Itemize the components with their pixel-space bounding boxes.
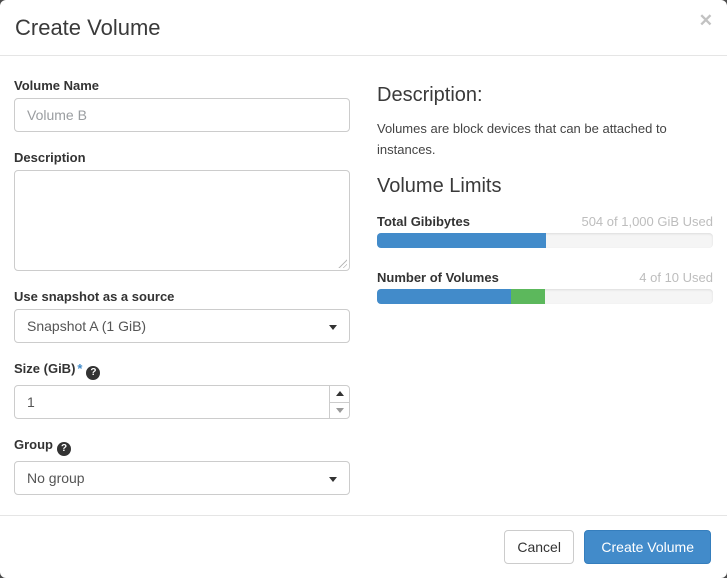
limit-usage: 4 of 10 Used <box>639 270 713 285</box>
limit-head: Number of Volumes 4 of 10 Used <box>377 270 713 285</box>
progress-bar-volumes <box>377 289 713 304</box>
cancel-button[interactable]: Cancel <box>504 530 574 564</box>
description-text: Volumes are block devices that can be at… <box>377 119 713 161</box>
volume-name-label: Volume Name <box>14 78 350 93</box>
required-asterisk: * <box>77 361 82 376</box>
modal-title: Create Volume <box>15 15 711 41</box>
chevron-down-icon <box>329 325 337 330</box>
volume-name-input[interactable] <box>14 98 350 132</box>
description-textarea[interactable] <box>14 170 350 271</box>
stepper-up-button[interactable] <box>330 386 349 402</box>
size-label: Size (GiB)*? <box>14 361 350 380</box>
limit-row-volumes: Number of Volumes 4 of 10 Used <box>377 270 713 304</box>
snapshot-source-group: Use snapshot as a source Snapshot A (1 G… <box>14 289 350 343</box>
quantity-stepper <box>329 386 349 418</box>
group-selected: No group <box>27 470 85 486</box>
modal-footer: Cancel Create Volume <box>0 515 727 578</box>
description-heading: Description: <box>377 84 713 107</box>
help-icon[interactable]: ? <box>57 442 71 456</box>
create-volume-modal: Create Volume ✕ Volume Name Description … <box>0 0 727 578</box>
snapshot-source-selected: Snapshot A (1 GiB) <box>27 318 146 334</box>
group-select[interactable]: No group <box>14 461 350 495</box>
limit-row-gibibytes: Total Gibibytes 504 of 1,000 GiB Used <box>377 214 713 248</box>
close-icon[interactable]: ✕ <box>699 12 713 29</box>
volume-limits-heading: Volume Limits <box>377 175 713 198</box>
snapshot-source-select[interactable]: Snapshot A (1 GiB) <box>14 309 350 343</box>
size-label-text: Size (GiB) <box>14 361 75 376</box>
size-input[interactable] <box>15 386 349 418</box>
limit-head: Total Gibibytes 504 of 1,000 GiB Used <box>377 214 713 229</box>
arrow-up-icon <box>336 391 344 396</box>
description-group: Description <box>14 150 350 271</box>
arrow-down-icon <box>336 408 344 413</box>
size-input-wrap <box>14 385 350 419</box>
info-column: Description: Volumes are block devices t… <box>377 78 713 515</box>
modal-body: Volume Name Description Use snapshot as … <box>0 56 727 515</box>
group-label: Group? <box>14 437 350 456</box>
group-group: Group? No group <box>14 437 350 495</box>
description-label: Description <box>14 150 350 165</box>
progress-bar-gibibytes <box>377 233 713 248</box>
modal-header: Create Volume ✕ <box>0 0 727 56</box>
limit-label: Total Gibibytes <box>377 214 470 229</box>
stepper-down-button[interactable] <box>330 402 349 419</box>
size-group: Size (GiB)*? <box>14 361 350 419</box>
limit-usage: 504 of 1,000 GiB Used <box>581 214 713 229</box>
resize-grip-icon[interactable] <box>337 258 347 268</box>
chevron-down-icon <box>329 477 337 482</box>
create-volume-button[interactable]: Create Volume <box>584 530 711 564</box>
help-icon[interactable]: ? <box>86 366 100 380</box>
limit-label: Number of Volumes <box>377 270 499 285</box>
snapshot-source-label: Use snapshot as a source <box>14 289 350 304</box>
group-label-text: Group <box>14 437 53 452</box>
volume-name-group: Volume Name <box>14 78 350 132</box>
form-column: Volume Name Description Use snapshot as … <box>14 78 350 515</box>
